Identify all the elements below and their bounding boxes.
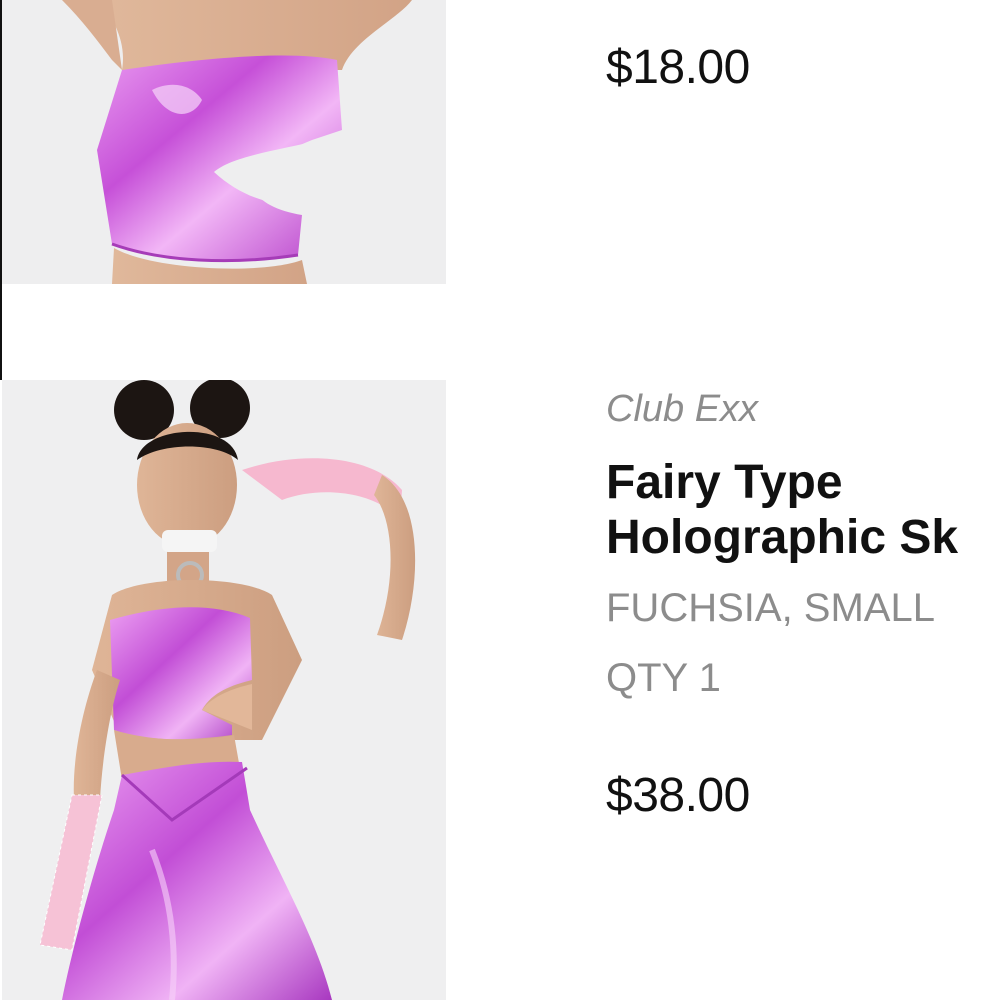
item-2-details: Club Exx <box>606 390 1000 428</box>
item-2-price-row: $38.00 <box>606 772 1000 820</box>
item-2-qty-row: QTY 1 <box>606 658 1000 698</box>
item-price: $38.00 <box>606 769 750 822</box>
item-2-variant-row: FUCHSIA, SMALL <box>606 588 1000 628</box>
item-1-details: $18.00 <box>606 44 1000 92</box>
variant-text: FUCHSIA, SMALL <box>606 586 935 630</box>
brand-name[interactable]: Club Exx <box>606 390 1000 428</box>
quantity-text: QTY 1 <box>606 656 721 700</box>
product-title-line-2: Holographic Sk <box>606 511 959 564</box>
item-2-title[interactable]: Fairy Type Holographic Sk <box>606 455 1000 565</box>
item-price: $18.00 <box>606 41 750 94</box>
product-image-tube-top[interactable] <box>2 0 446 284</box>
product-title-line-1: Fairy Type <box>606 456 843 509</box>
product-image-outfit[interactable] <box>2 380 446 1000</box>
model-outfit-illustration <box>2 380 446 1000</box>
cart-page: $18.00 Club Exx Fairy Type Holographic S… <box>0 0 1000 1000</box>
tube-top-illustration <box>2 0 446 284</box>
